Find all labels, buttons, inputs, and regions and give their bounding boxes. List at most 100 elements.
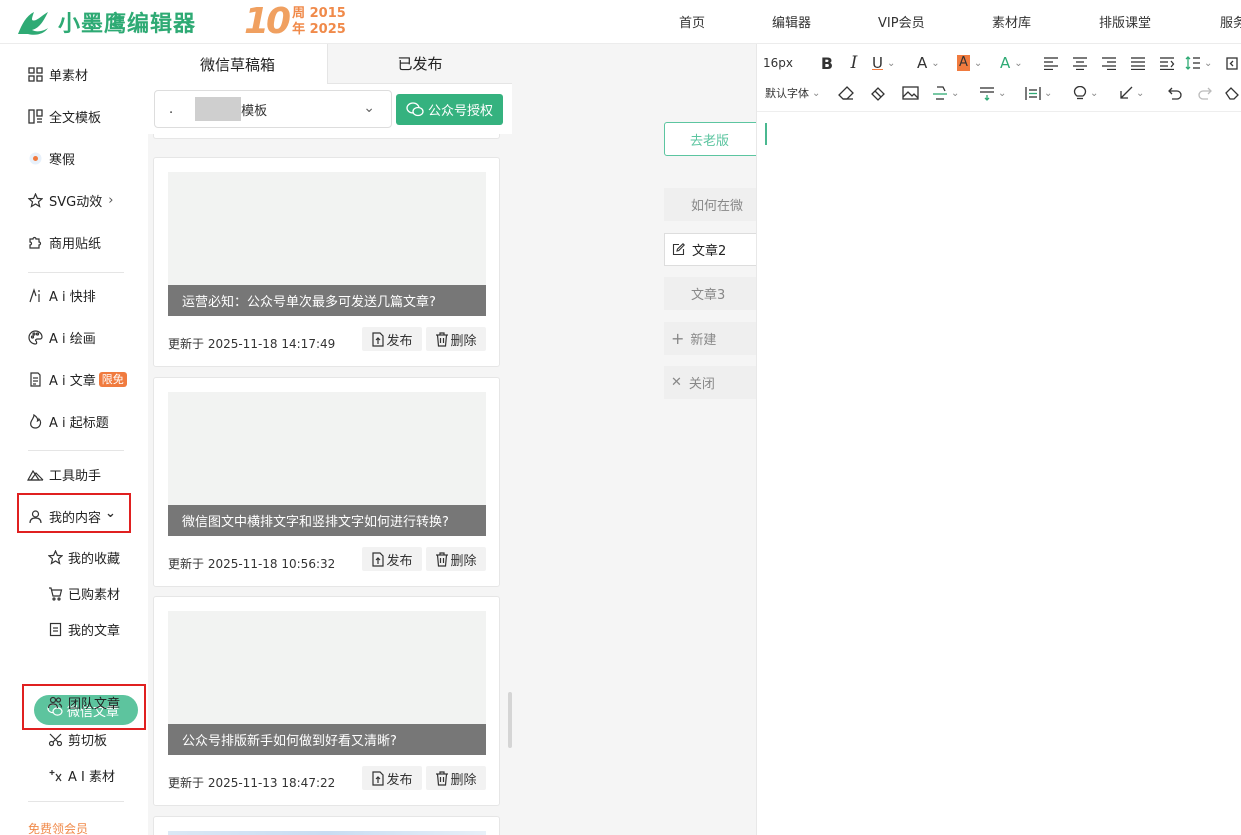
publish-icon (371, 770, 385, 786)
nav-materials[interactable]: 素材库 (992, 12, 1031, 31)
brand-logo[interactable]: 小墨鹰编辑器 (14, 6, 196, 38)
sidebar-divider (28, 450, 124, 451)
highlight-box-my-content (17, 493, 131, 533)
edit-icon (672, 243, 685, 256)
draft-updated-time: 更新于 2025-11-13 18:47:22 (168, 776, 336, 790)
wechat-drafts-panel: 微信草稿箱 已发布 . 模板 ⌄ 公众号授权 运营必知：公众号单次最多可发送几篇… (148, 44, 512, 835)
delete-button[interactable]: 删除 (426, 547, 486, 571)
free-badge: 限免 (98, 371, 127, 387)
wechat-auth-button[interactable]: 公众号授权 (396, 94, 503, 125)
tab-published[interactable]: 已发布 (327, 44, 512, 84)
palette-icon (26, 328, 44, 346)
draft-tabs: 微信草稿箱 已发布 (148, 44, 512, 84)
draft-title: 公众号排版新手如何做到好看又清晰? (168, 724, 486, 755)
align-right-icon[interactable] (1099, 52, 1119, 74)
editor-caret[interactable] (765, 123, 767, 145)
letter-spacing-icon[interactable]: ⌄ (1025, 82, 1059, 104)
sidebar-subitem-purchased[interactable]: 已购素材 (46, 582, 120, 604)
underline-icon[interactable]: U ⌄ (872, 52, 902, 74)
sidebar-item-ai-layout[interactable]: A i 快排 (26, 283, 96, 307)
sidebar-item-ai-title[interactable]: A i 起标题 (26, 409, 109, 433)
nav-editor[interactable]: 编辑器 (772, 12, 811, 31)
old-version-button[interactable]: 去老版 (664, 122, 760, 156)
bold-icon[interactable]: B (817, 52, 837, 74)
document-tabs-area: 去老版 如何在微 文章2 文章3 + 新建 ✕ 关闭 (512, 44, 760, 835)
doc-tab-1[interactable]: 如何在微 (664, 188, 758, 221)
trash-icon (435, 770, 449, 786)
text-effect-icon[interactable]: A ⌄ (1000, 52, 1030, 74)
new-doc-button[interactable]: + 新建 (664, 322, 758, 355)
align-center-icon[interactable] (1070, 52, 1090, 74)
divider-icon[interactable]: ⌄ (932, 82, 966, 104)
align-left-icon[interactable] (1041, 52, 1061, 74)
toolbar-divider (757, 111, 1241, 112)
draft-updated-time: 更新于 2025-11-18 10:56:32 (168, 557, 336, 571)
doc-tab-3[interactable]: 文章3 (664, 277, 758, 310)
align-justify-icon[interactable] (1128, 52, 1148, 74)
draft-title: 微信图文中横排文字和竖排文字如何进行转换? (168, 505, 486, 536)
font-size-select[interactable]: 16px (763, 52, 795, 74)
paragraph-spacing-icon[interactable]: ⌄ (979, 82, 1013, 104)
redacted-account-name (195, 97, 242, 121)
nav-service[interactable]: 服务 (1220, 12, 1241, 31)
sidebar-subitem-my-articles[interactable]: 我的文章 (46, 618, 120, 640)
undo-icon[interactable] (1165, 82, 1185, 104)
draft-card[interactable]: 微信图文中横排文字和竖排文字如何进行转换? 更新于 2025-11-18 10:… (153, 377, 500, 587)
draft-card-partial (153, 134, 500, 139)
delete-button[interactable]: 删除 (426, 327, 486, 351)
doc-tab-2[interactable]: 文章2 (664, 233, 758, 266)
publish-icon (371, 551, 385, 567)
font-color-icon[interactable]: A ⌄ (917, 52, 947, 74)
draft-card[interactable] (153, 816, 500, 835)
more-icon[interactable] (1225, 52, 1239, 74)
publish-button[interactable]: 发布 (362, 547, 422, 571)
sidebar-item-winter-holiday[interactable]: 寒假 (26, 146, 75, 170)
free-vip-promo[interactable]: 免费领会员 (28, 820, 88, 835)
draft-card[interactable]: 公众号排版新手如何做到好看又清晰? 更新于 2025-11-13 18:47:2… (153, 596, 500, 806)
brand-name: 小墨鹰编辑器 (58, 12, 197, 37)
puzzle-icon (26, 233, 44, 251)
account-select[interactable]: . 模板 ⌄ (154, 90, 392, 128)
sidebar-item-full-template[interactable]: 全文模板 (26, 104, 101, 128)
arrow-icon[interactable]: ⌄ (1119, 82, 1153, 104)
trash-icon (435, 551, 449, 567)
font-family-select[interactable]: 默认字体 ⌄ (765, 82, 825, 104)
image-icon[interactable] (899, 82, 921, 104)
clear-format-icon[interactable] (835, 82, 857, 104)
format-painter-icon[interactable] (867, 82, 889, 104)
line-height-icon[interactable]: ⌄ (1185, 52, 1217, 74)
tab-wechat-drafts[interactable]: 微信草稿箱 (148, 44, 327, 84)
draft-card[interactable]: 运营必知：公众号单次最多可发送几篇文章? 更新于 2025-11-18 14:1… (153, 157, 500, 367)
fire-icon (26, 412, 44, 430)
star-icon (26, 191, 44, 209)
sidebar-subitem-team-articles[interactable]: 团队文章 (46, 691, 120, 713)
bulb-icon[interactable]: ⌄ (1073, 82, 1107, 104)
draft-cover (168, 831, 486, 835)
nav-home[interactable]: 首页 (679, 12, 705, 31)
anniversary-number: 10 (244, 1, 291, 42)
anniversary-badge: 10 周 2015 年 2025 (244, 2, 346, 42)
delete-button[interactable]: 删除 (426, 766, 486, 790)
nav-vip[interactable]: VIP会员 (878, 12, 925, 31)
redo-icon[interactable] (1195, 82, 1215, 104)
close-doc-button[interactable]: ✕ 关闭 (664, 366, 758, 399)
highlight-color-icon[interactable]: A ⌄ (957, 52, 991, 74)
scissors-icon (46, 730, 64, 748)
account-select-value: 模板 (241, 103, 268, 119)
sidebar-item-stickers[interactable]: 商用贴纸 (26, 230, 101, 254)
sidebar-subitem-favorites[interactable]: 我的收藏 (46, 546, 120, 568)
italic-icon[interactable]: I (844, 52, 864, 74)
sidebar-subitem-ai-material[interactable]: A I 素材 (46, 764, 115, 786)
indent-icon[interactable] (1157, 52, 1177, 74)
clear-icon[interactable] (1223, 82, 1241, 104)
sidebar-item-ai-drawing[interactable]: A i 绘画 (26, 325, 96, 349)
sidebar-item-ai-article[interactable]: A i 文章 限免 (26, 367, 127, 391)
sidebar-item-tools[interactable]: 工具助手 (26, 462, 101, 486)
sidebar-item-single-material[interactable]: 单素材 (26, 62, 88, 86)
publish-button[interactable]: 发布 (362, 327, 422, 351)
publish-button[interactable]: 发布 (362, 766, 422, 790)
sidebar-item-svg-effects[interactable]: SVG动效 › (26, 188, 113, 212)
wechat-icon (406, 102, 424, 117)
nav-classroom[interactable]: 排版课堂 (1099, 12, 1151, 31)
sidebar-subitem-clipboard[interactable]: 剪切板 (46, 728, 107, 750)
